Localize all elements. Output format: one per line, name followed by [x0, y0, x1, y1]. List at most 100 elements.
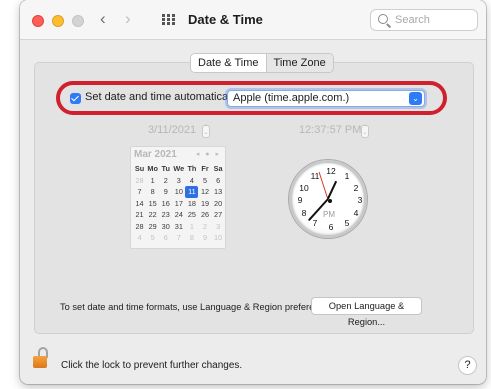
calendar-day[interactable]: 24	[172, 209, 185, 221]
minimize-button[interactable]	[52, 15, 64, 27]
tab-time-zone[interactable]: Time Zone	[265, 54, 333, 72]
open-language-region-button[interactable]: Open Language & Region...	[311, 297, 422, 327]
calendar-day[interactable]: 17	[172, 198, 185, 210]
calendar-week: 7 8 9 10 11 12 13	[133, 186, 225, 198]
calendar-week: 4 5 6 7 8 9 10	[133, 232, 225, 244]
calendar-day[interactable]: 2	[159, 175, 172, 187]
calendar-day[interactable]: 8	[185, 232, 198, 244]
calendar-day[interactable]: 21	[133, 209, 146, 221]
calendar-grid: Su Mo Tu We Th Fr Sa 28 1 2 3 4 5 6 7 8 …	[133, 163, 225, 244]
calendar-day[interactable]: 20	[212, 198, 225, 210]
time-server-value: Apple (time.apple.com.)	[233, 92, 350, 104]
calendar-month: Mar 2021	[134, 149, 177, 160]
calendar-weekday: Tu	[161, 164, 170, 173]
window-title: Date & Time	[188, 12, 263, 27]
calendar-weekday: Th	[187, 164, 197, 173]
calendar-day[interactable]: 8	[146, 186, 159, 198]
clock-number: 3	[357, 195, 363, 205]
forward-button[interactable]: ›	[125, 9, 131, 29]
calendar-day[interactable]: 10	[212, 232, 225, 244]
calendar-week: 21 22 23 24 25 26 27	[133, 209, 225, 221]
clock-hour-hand	[326, 180, 338, 200]
calendar-day[interactable]: 14	[133, 198, 146, 210]
calendar-day[interactable]: 28	[133, 221, 146, 233]
title-bar: ‹ › Date & Time Search	[20, 0, 486, 40]
clock-number: 4	[353, 208, 359, 218]
calendar-weekday: Mo	[147, 164, 158, 173]
calendar-day[interactable]: 5	[146, 232, 159, 244]
calendar-day[interactable]: 2	[198, 221, 211, 233]
calendar-day[interactable]: 26	[198, 209, 211, 221]
clock-number: 1	[344, 171, 350, 181]
calendar-day[interactable]: 5	[198, 175, 211, 187]
auto-time-checkbox[interactable]	[70, 93, 81, 104]
calendar-day[interactable]: 7	[133, 186, 146, 198]
calendar-day[interactable]: 25	[185, 209, 198, 221]
calendar-day[interactable]: 31	[172, 221, 185, 233]
calendar-day-selected[interactable]: 11	[185, 186, 199, 198]
calendar-nav[interactable]: ◂ ● ▸	[196, 150, 221, 158]
calendar-weekday: Fr	[201, 164, 209, 173]
analog-clock: 12 1 2 3 4 5 6 7 8 9 10 11 PM	[289, 160, 367, 238]
calendar-day[interactable]: 19	[198, 198, 211, 210]
calendar-day[interactable]: 6	[212, 175, 225, 187]
back-button[interactable]: ‹	[100, 9, 106, 29]
date-value: 3/11/2021	[148, 124, 197, 136]
calendar-day[interactable]: 29	[146, 221, 159, 233]
help-button[interactable]: ?	[458, 356, 477, 375]
calendar-day[interactable]: 15	[146, 198, 159, 210]
clock-number: 8	[301, 208, 307, 218]
calendar-day[interactable]: 9	[159, 186, 172, 198]
time-server-select[interactable]: Apple (time.apple.com.) ⌄	[227, 90, 425, 107]
clock-period: PM	[323, 210, 335, 219]
lock-icon[interactable]	[33, 347, 49, 369]
search-field[interactable]: Search	[370, 9, 478, 31]
calendar-day[interactable]: 12	[198, 186, 211, 198]
time-stepper[interactable]: ⌃ ⌄	[361, 125, 369, 138]
tab-date-time[interactable]: Date & Time	[191, 54, 266, 72]
zoom-button[interactable]	[72, 15, 84, 27]
clock-number: 12	[326, 166, 336, 176]
calendar-day[interactable]: 16	[159, 198, 172, 210]
clock-pivot	[328, 199, 332, 203]
search-placeholder: Search	[395, 14, 430, 26]
calendar-day[interactable]: 3	[212, 221, 225, 233]
calendar-day[interactable]: 30	[159, 221, 172, 233]
time-value: 12:37:57 PM	[299, 124, 362, 136]
calendar-day[interactable]: 4	[185, 175, 198, 187]
calendar-day[interactable]: 3	[172, 175, 185, 187]
system-preferences-window: ‹ › Date & Time Search Date & Time Time …	[20, 0, 486, 384]
calendar-day[interactable]: 1	[146, 175, 159, 187]
calendar-day[interactable]: 27	[212, 209, 225, 221]
clock-number: 6	[328, 222, 334, 232]
clock-number: 10	[299, 183, 309, 193]
calendar-day[interactable]: 10	[172, 186, 185, 198]
calendar-weekday: Su	[134, 164, 145, 173]
close-button[interactable]	[32, 15, 44, 27]
calendar-weekday: Sa	[213, 164, 223, 173]
date-stepper[interactable]: ⌃ ⌄	[202, 125, 210, 138]
clock-number: 2	[353, 183, 359, 193]
calendar-day[interactable]: 1	[185, 221, 198, 233]
calendar-day[interactable]: 4	[133, 232, 146, 244]
tab-bar: Date & Time Time Zone	[190, 53, 334, 73]
calendar: Mar 2021 ◂ ● ▸ Su Mo Tu We Th Fr Sa 28 1…	[130, 146, 226, 249]
calendar-day[interactable]: 23	[159, 209, 172, 221]
clock-number: 5	[344, 218, 350, 228]
calendar-day[interactable]: 28	[133, 175, 146, 187]
lock-hint-text: Click the lock to prevent further change…	[61, 360, 243, 371]
calendar-day[interactable]: 6	[159, 232, 172, 244]
calendar-weekday-row: Su Mo Tu We Th Fr Sa	[133, 163, 225, 175]
formats-hint-text: To set date and time formats, use Langua…	[60, 302, 337, 312]
calendar-day[interactable]: 13	[212, 186, 225, 198]
date-field[interactable]: 3/11/2021	[148, 124, 196, 136]
calendar-day[interactable]: 18	[185, 198, 198, 210]
clock-number: 9	[297, 195, 303, 205]
calendar-day[interactable]: 7	[172, 232, 185, 244]
calendar-day[interactable]: 9	[198, 232, 211, 244]
calendar-week: 28 29 30 31 1 2 3	[133, 221, 225, 233]
calendar-day[interactable]: 22	[146, 209, 159, 221]
time-field[interactable]: 12:37:57 PM	[299, 124, 361, 136]
show-all-grid-icon[interactable]	[162, 14, 175, 26]
calendar-weekday: We	[173, 164, 185, 173]
